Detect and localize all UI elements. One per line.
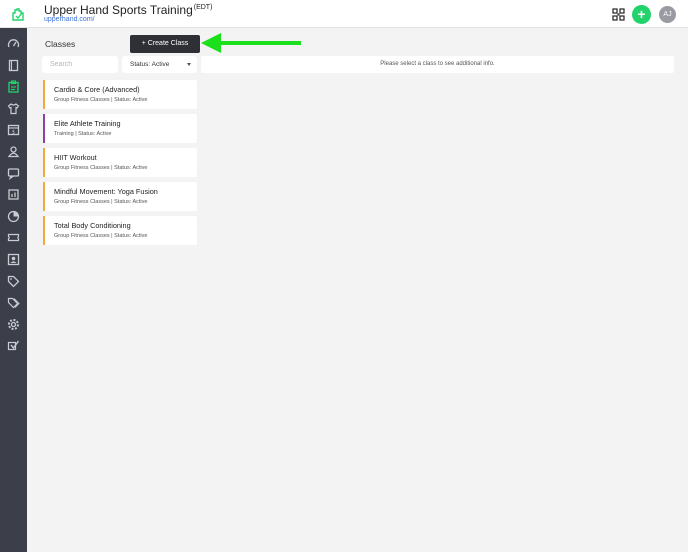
timezone-label: (EDT) (193, 4, 213, 11)
chart-icon[interactable] (7, 210, 20, 223)
class-meta: Group Fitness Classes | Status: Active (54, 165, 148, 171)
calendar-icon[interactable]: $ (7, 123, 20, 136)
check-icon[interactable] (7, 339, 20, 352)
tag-icon[interactable] (7, 275, 20, 288)
book-icon[interactable] (7, 59, 20, 72)
class-color-stripe (43, 114, 45, 143)
class-color-stripe (43, 216, 45, 245)
chevron-down-icon (187, 63, 191, 66)
business-title: Upper Hand Sports Training (44, 3, 193, 17)
user-avatar[interactable]: AJ (659, 6, 676, 23)
class-name: HIIT Workout (54, 153, 97, 162)
dashboard-icon[interactable] (7, 37, 20, 50)
users-icon[interactable] (7, 145, 20, 158)
class-color-stripe (43, 148, 45, 177)
shirt-icon[interactable] (7, 102, 20, 115)
chat-icon[interactable] (7, 167, 20, 180)
class-list-item[interactable]: Cardio & Core (Advanced) Group Fitness Cl… (43, 80, 197, 109)
add-button[interactable]: + (632, 5, 651, 24)
status-filter-select[interactable]: Status: Active (122, 56, 197, 73)
class-info-panel: Please select a class to see additional … (201, 56, 674, 73)
class-color-stripe (43, 182, 45, 211)
upper-hand-logo-icon[interactable] (10, 6, 26, 22)
class-list-item[interactable]: Mindful Movement: Yoga Fusion Group Fitne… (43, 182, 197, 211)
class-list-item[interactable]: Total Body Conditioning Group Fitness Cla… (43, 216, 197, 245)
class-name: Cardio & Core (Advanced) (54, 85, 140, 94)
report-icon[interactable] (7, 188, 20, 201)
class-name: Total Body Conditioning (54, 221, 131, 230)
tags-icon[interactable] (7, 296, 20, 309)
gear-icon[interactable] (7, 318, 20, 331)
brand: Upper Hand Sports Training(EDT) upperhan… (44, 3, 212, 23)
class-meta: Group Fitness Classes | Status: Active (54, 97, 148, 103)
class-color-stripe (43, 80, 45, 109)
qr-scan-icon[interactable] (612, 8, 625, 21)
status-filter-value: Status: Active (130, 61, 170, 68)
plus-icon: + (637, 6, 646, 22)
clipboard-icon[interactable] (7, 80, 20, 93)
contacts-icon[interactable] (7, 253, 20, 266)
top-bar: Upper Hand Sports Training(EDT) upperhan… (0, 0, 688, 28)
class-meta: Training | Status: Active (54, 131, 112, 137)
class-meta: Group Fitness Classes | Status: Active (54, 233, 148, 239)
class-meta: Group Fitness Classes | Status: Active (54, 199, 148, 205)
page-title: Classes (45, 39, 76, 49)
class-name: Elite Athlete Training (54, 119, 121, 128)
svg-text:$: $ (12, 130, 15, 136)
sidebar: $ (0, 28, 27, 552)
class-list-item[interactable]: HIIT Workout Group Fitness Classes | Stat… (43, 148, 197, 177)
class-list-item[interactable]: Elite Athlete Training Training | Status:… (43, 114, 197, 143)
search-input[interactable] (42, 56, 118, 73)
arrow-annotation-icon (201, 33, 301, 53)
create-class-button[interactable]: + Create Class (130, 35, 200, 53)
class-name: Mindful Movement: Yoga Fusion (54, 187, 158, 196)
business-name: Upper Hand Sports Training(EDT) (44, 3, 212, 17)
ticket-icon[interactable] (7, 231, 20, 244)
business-url-link[interactable]: upperhand.com/ (44, 16, 212, 23)
